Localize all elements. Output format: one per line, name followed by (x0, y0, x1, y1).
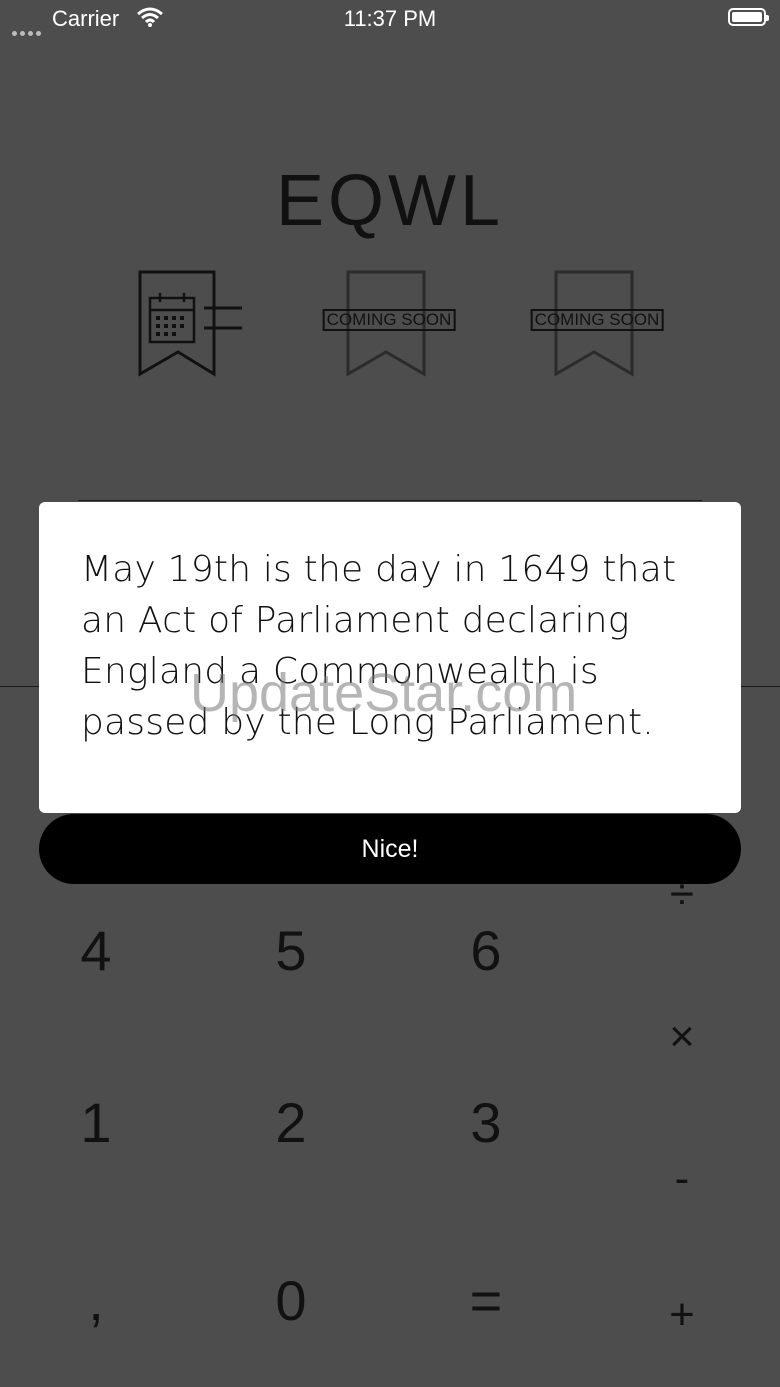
coming-soon-label: COMING SOON (530, 309, 664, 331)
status-bar: Carrier 11:37 PM (0, 0, 780, 40)
mode-calendar-button[interactable] (136, 268, 246, 378)
key-6[interactable]: 6 (436, 918, 536, 983)
watermark: UpdateStar.com (190, 663, 578, 723)
display-underline (78, 500, 702, 501)
key-comma[interactable]: , (46, 1268, 146, 1333)
key-equals[interactable]: = (436, 1268, 536, 1333)
mode-coming-soon-1: COMING SOON (316, 268, 462, 378)
key-0[interactable]: 0 (241, 1268, 341, 1333)
key-subtract[interactable]: - (652, 1154, 712, 1204)
nice-button[interactable]: Nice! (39, 814, 741, 884)
mode-coming-soon-2: COMING SOON (524, 268, 670, 378)
clock: 11:37 PM (343, 6, 437, 31)
coming-soon-label: COMING SOON (322, 309, 456, 331)
key-1[interactable]: 1 (46, 1090, 146, 1155)
fact-dialog: May 19th is the day in 1649 that an Act … (39, 502, 741, 813)
key-5[interactable]: 5 (241, 918, 341, 983)
key-3[interactable]: 3 (436, 1090, 536, 1155)
calendar-bookmark-icon (138, 270, 242, 377)
key-add[interactable]: + (652, 1290, 712, 1340)
key-multiply[interactable]: × (652, 1012, 712, 1062)
battery-icon (728, 8, 769, 26)
app-title: EQWL (275, 161, 505, 241)
key-4[interactable]: 4 (46, 918, 146, 983)
key-2[interactable]: 2 (241, 1090, 341, 1155)
